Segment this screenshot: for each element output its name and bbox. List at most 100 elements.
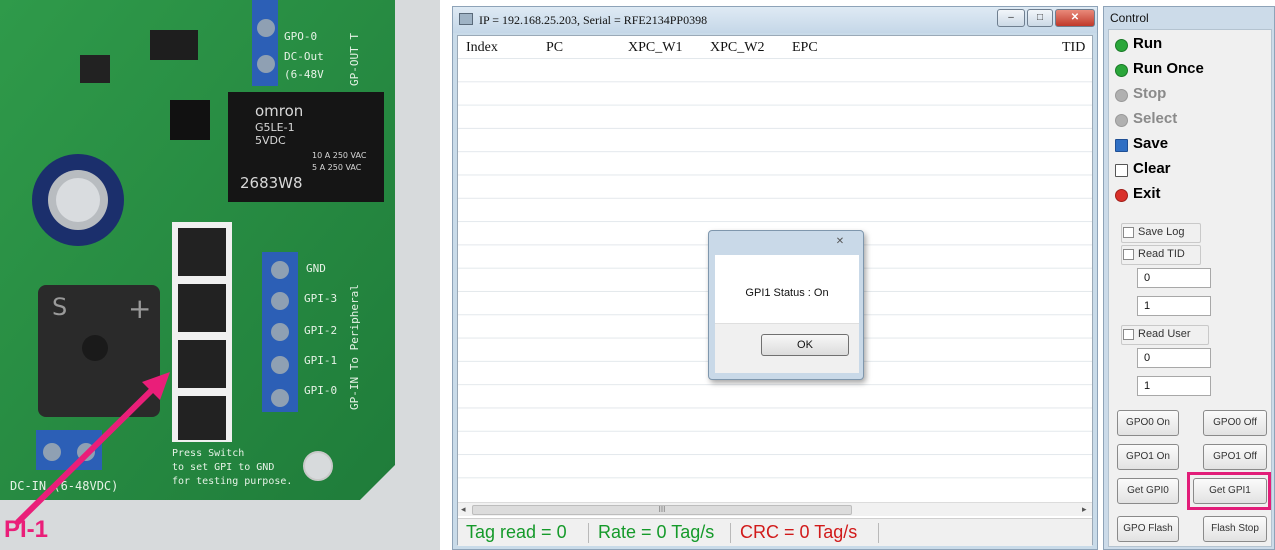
pcb-photo: GPO-0 DC-Out (6-48V GP-OUT T omron G5LE-… [0,0,440,550]
select-icon [1115,114,1128,127]
relay-brand: omron [255,102,303,120]
gpi1-switch [178,340,226,388]
relay-rating2: 5 A 250 VAC [312,163,362,172]
gpo-flash-button[interactable]: GPO Flash [1117,516,1179,542]
read-tid-label: Read TID [1138,248,1185,260]
gpi-status-dialog: ✕ GPI1 Status : On OK [708,230,864,380]
checkbox-icon[interactable] [1123,227,1134,238]
status-separator [730,523,731,543]
tag-window: IP = 192.168.25.203, Serial = RFE2134PP0… [452,6,1098,550]
minimize-button[interactable]: – [997,9,1025,27]
window-title: IP = 192.168.25.203, Serial = RFE2134PP0… [479,13,708,27]
app-icon [459,13,473,25]
save-label: Save [1133,135,1169,152]
silk-press-line2: to set GPI to GND [172,462,274,473]
get-gpi1-highlight [1187,472,1271,510]
rectifier-plus: + [128,292,151,325]
status-separator [588,523,589,543]
status-rate: Rate = 0 Tag/s [598,522,715,542]
checkbox-icon[interactable] [1123,329,1134,340]
gpo1-on-button[interactable]: GPO1 On [1117,444,1179,470]
read-user-label: Read User [1138,328,1191,340]
scroll-right-icon[interactable]: ▸ [1082,504,1087,515]
silk-gnd: GND [306,262,326,275]
gpo0-off-button[interactable]: GPO0 Off [1203,410,1267,436]
silk-dcout: DC-Out [284,50,324,63]
exit-label: Exit [1133,185,1161,202]
user-start-field[interactable]: 0 [1137,348,1211,368]
ic-chip-small [80,55,110,83]
flash-stop-button[interactable]: Flash Stop [1203,516,1267,542]
tid-start-field[interactable]: 0 [1137,268,1211,288]
scroll-thumb[interactable]: III [472,505,852,515]
relay-code: 2683W8 [240,174,303,192]
status-separator [878,523,879,543]
relay-rating1: 10 A 250 VAC [312,151,367,160]
play-icon [1115,39,1128,52]
gpo1-off-button[interactable]: GPO1 Off [1203,444,1267,470]
column-index[interactable]: Index [466,40,498,56]
relay-model: G5LE-1 [255,121,295,134]
checkbox-icon[interactable] [1123,249,1134,260]
run-label: Run [1133,35,1163,52]
save-icon [1115,139,1128,152]
window-titlebar[interactable]: IP = 192.168.25.203, Serial = RFE2134PP0… [453,7,1097,33]
silk-gpout: GP-OUT T [348,33,361,86]
column-xpc-w1[interactable]: XPC_W1 [628,40,682,56]
gpo0-on-button[interactable]: GPO0 On [1117,410,1179,436]
inductor [170,100,210,140]
control-body: Run Run Once Stop Select Save Clear Exit [1108,29,1272,547]
user-length-field[interactable]: 1 [1137,376,1211,396]
column-pc[interactable]: PC [546,40,563,56]
rectifier-s: S [52,293,67,321]
close-button[interactable]: ✕ [1055,9,1095,27]
get-gpi0-button[interactable]: Get GPI0 [1117,478,1179,504]
silk-gpi3: GPI-3 [304,292,337,305]
save-log-label: Save Log [1138,226,1185,238]
stop-icon [1115,89,1128,102]
ok-button[interactable]: OK [761,334,849,356]
column-xpc-w2[interactable]: XPC_W2 [710,40,764,56]
relay-voltage: 5VDC [255,134,286,147]
silk-press-line1: Press Switch [172,448,244,459]
grid-header: Index PC XPC_W1 XPC_W2 EPC TID [458,36,1092,58]
dialog-message: GPI1 Status : On [745,287,829,299]
silk-range-out: (6-48V [284,68,324,81]
run-once-label: Run Once [1133,60,1204,77]
dialog-footer: OK [715,323,859,373]
exit-icon [1115,189,1128,202]
status-crc: CRC = 0 Tag/s [740,522,858,542]
silk-gpi2: GPI-2 [304,324,337,337]
dialog-body: GPI1 Status : On OK [715,255,859,373]
control-title: Control [1110,11,1149,25]
scroll-left-icon[interactable]: ◂ [461,504,466,515]
column-tid[interactable]: TID [1062,40,1085,56]
callout-label: PI-1 [4,516,49,543]
silk-press-line3: for testing purpose. [172,476,292,487]
silk-dcin: DC-IN (6-48VDC) [10,479,118,493]
tag-grid: Index PC XPC_W1 XPC_W2 EPC TID ◂ III ▸ T… [457,35,1093,546]
maximize-button[interactable]: □ [1027,9,1053,27]
select-label: Select [1133,110,1178,127]
column-epc[interactable]: EPC [792,40,818,56]
stop-label: Stop [1133,85,1167,102]
document-icon [1115,164,1128,177]
mounting-hole [303,451,333,481]
gpi0-switch [178,396,226,440]
control-panel: Control Run Run Once Stop Select Save Cl… [1103,6,1275,550]
silk-gpin: GP-IN To Peripheral [348,284,361,410]
ic-chip [150,30,198,60]
top-terminal-block [252,0,278,86]
silk-gpo0: GPO-0 [284,30,317,43]
gpi3-switch [178,228,226,276]
pcb-board-illustration: GPO-0 DC-Out (6-48V GP-OUT T omron G5LE-… [0,0,440,550]
silk-gpi0: GPI-0 [304,384,337,397]
tid-length-field[interactable]: 1 [1137,296,1211,316]
dialog-close-button[interactable]: ✕ [823,234,857,250]
play-icon [1115,64,1128,77]
status-tag-read: Tag read = 0 [466,522,567,542]
gpi2-switch [178,284,226,332]
silk-gpi1: GPI-1 [304,354,337,367]
clear-label: Clear [1133,160,1171,177]
horizontal-scrollbar[interactable]: ◂ III ▸ [458,502,1092,516]
